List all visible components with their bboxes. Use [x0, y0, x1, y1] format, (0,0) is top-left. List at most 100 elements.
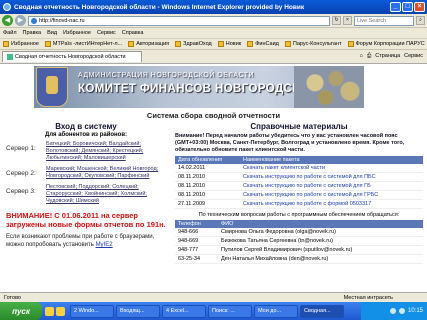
favorite-link[interactable]: Авторизация	[128, 41, 169, 47]
table-row: 948-669 Бизюкова Татьяна Сергеевна (tn@n…	[175, 236, 423, 246]
favorite-link[interactable]: ФинСаид	[247, 41, 279, 47]
table-row: 63-25-34 Ден Наталья Михайловна (den@nov…	[175, 254, 423, 264]
home-icon[interactable]: ⌂	[359, 53, 362, 60]
menu-edit[interactable]: Правка	[23, 30, 42, 36]
myie2-link[interactable]: MyIE2	[96, 242, 113, 248]
server-row: Сервер 2: Маревский; Мошенской; Великий …	[6, 166, 166, 180]
minimize-button[interactable]: _	[390, 2, 401, 12]
quick-launch	[42, 306, 68, 316]
table-row: 948-777 Путилов Сергей Владимирович (spu…	[175, 245, 423, 255]
print-icon[interactable]: ⎙	[367, 53, 371, 60]
page-icon	[347, 41, 354, 47]
title-bar: Сводная отчетность Новгородской области …	[0, 0, 427, 14]
star-icon	[3, 41, 9, 47]
download-link[interactable]: Скачать пакет клиентской части	[239, 164, 423, 173]
status-text: Готово	[4, 294, 21, 301]
table-row: 08.11.2010 Скачать инструкцию по работе …	[175, 172, 423, 182]
favorite-link[interactable]: MTPaïs -лиcтИНтерНет-л...	[44, 41, 122, 47]
favorite-link[interactable]: Форум Корпорации ПАРУС	[347, 41, 425, 47]
system-tray: 10:15	[361, 302, 427, 320]
banner-subtitle: АДМИНИСТРАЦИЯ НОВГОРОДСКОЙ ОБЛАСТИ	[78, 72, 255, 79]
reference-title: Справочные материалы	[250, 122, 348, 131]
menu-view[interactable]: Вид	[47, 30, 57, 36]
favorites-bar: Избранное MTPaïs -лиcтИНтерНет-л... Авто…	[0, 38, 427, 50]
volume-icon[interactable]	[398, 308, 405, 314]
download-link[interactable]: Скачать инструкцию по работе с системой …	[239, 190, 423, 200]
browser-icon[interactable]	[56, 306, 65, 316]
page-icon	[217, 41, 224, 47]
favorite-link[interactable]: ЗдравОход	[175, 41, 212, 47]
table-row: 08.11.2010 Скачать инструкцию по работе …	[175, 190, 423, 200]
login-section: Вход в систему Для абонентов из районов:…	[6, 122, 166, 249]
contacts-table: Телефон ФИО 948-666 Смирнова Ольга Федор…	[175, 220, 423, 264]
menu-favorites[interactable]: Избранное	[63, 30, 91, 36]
folder-icon[interactable]	[45, 306, 54, 316]
favorite-link[interactable]: Новик	[217, 41, 241, 47]
column-header: Наименование пакета	[239, 156, 423, 164]
zone-text: Местная интрасеть	[343, 294, 393, 301]
refresh-icon[interactable]: ↻	[332, 16, 341, 25]
taskbar-button[interactable]: Мои до...	[254, 304, 298, 318]
server-row: Сервер 3: Пестовский; Поддорский; Солецк…	[6, 184, 166, 205]
start-button[interactable]: пуск	[0, 302, 42, 320]
page-icon	[128, 41, 135, 47]
stop-icon[interactable]: ×	[343, 16, 352, 25]
server-label: Сервер 3:	[6, 188, 36, 195]
tools-menu[interactable]: Сервис	[404, 53, 423, 60]
browser-note: Если возникают проблемы при работе с бра…	[6, 234, 155, 248]
status-bar: Готово Местная интрасеть	[0, 292, 427, 302]
menu-tools[interactable]: Сервис	[97, 30, 116, 36]
download-link[interactable]: Скачать инструкцию по работе с системой …	[239, 172, 423, 182]
page-icon	[175, 41, 182, 47]
login-subtitle: Для абонентов из районов:	[44, 132, 128, 138]
server-1-link[interactable]: Батецкий; Боровичский; Валдайский; Волот…	[46, 141, 166, 162]
taskbar-button[interactable]: Поиск: ...	[208, 304, 252, 318]
server-3-link[interactable]: Пестовский; Поддорский; Солецкий; Старор…	[46, 184, 166, 205]
tab-bar: Сводная отчетность Новгородской области …	[0, 50, 427, 64]
table-row: 14.02.2011 Скачать пакет клиентской част…	[175, 164, 423, 173]
clock: 10:15	[407, 308, 423, 314]
forward-icon[interactable]: ▶	[15, 15, 26, 26]
menu-file[interactable]: Файл	[3, 30, 17, 36]
search-icon[interactable]: ⌕	[416, 16, 425, 25]
back-icon[interactable]: ◀	[2, 15, 13, 26]
server-2-link[interactable]: Маревский; Мошенской; Великий Новгород; …	[46, 166, 166, 180]
window-title: Сводная отчетность Новгородской области …	[14, 3, 305, 11]
menu-help[interactable]: Справка	[122, 30, 144, 36]
download-link[interactable]: Скачать инструкцию по работе с системой …	[239, 181, 423, 191]
page-icon	[247, 41, 254, 47]
table-row: 08.11.2010 Скачать инструкцию по работе …	[175, 181, 423, 191]
page-title: Система сбора сводной отчетности	[146, 111, 281, 120]
favorite-link[interactable]: Парус-Консультант	[284, 41, 342, 47]
server-row: Сервер 1: Батецкий; Боровичский; Валдайс…	[6, 141, 166, 162]
taskbar-button[interactable]: 4 Excel...	[162, 304, 206, 318]
favorites-button[interactable]: Избранное	[3, 41, 39, 47]
download-link[interactable]: Скачать инструкцию по работе с формой 05…	[239, 199, 423, 209]
reference-section: Справочные материалы Внимание! Перед нач…	[175, 122, 423, 264]
column-header: Дата обновления	[175, 156, 240, 164]
coat-of-arms-icon	[36, 67, 68, 107]
server-label: Сервер 2:	[6, 170, 36, 177]
url-input[interactable]: http://finovd-nac.ru	[28, 15, 330, 26]
ie-icon	[3, 3, 11, 11]
column-header: ФИО	[218, 220, 423, 228]
support-text: По техническим вопросам работы с програм…	[198, 212, 400, 218]
tab-active[interactable]: Сводная отчетность Новгородской области	[2, 51, 142, 62]
taskbar-button[interactable]: Сводная...	[300, 304, 344, 318]
downloads-table: Дата обновления Наименование пакета 14.0…	[175, 156, 423, 209]
server-label: Сервер 1:	[6, 145, 36, 152]
page-menu[interactable]: Страница	[375, 53, 400, 60]
taskbar-button[interactable]: 2 Windo...	[70, 304, 114, 318]
address-bar: ◀ ▶ http://finovd-nac.ru ↻ × Live Search…	[0, 14, 427, 28]
menu-bar: Файл Правка Вид Избранное Сервис Справка	[0, 28, 427, 38]
taskbar-button[interactable]: Входящ...	[116, 304, 160, 318]
table-row: 27.11.2009 Скачать инструкцию по работе …	[175, 199, 423, 209]
column-header: Телефон	[175, 220, 219, 228]
maximize-button[interactable]: □	[402, 2, 413, 12]
page-icon	[44, 41, 51, 47]
search-input[interactable]: Live Search	[354, 15, 414, 26]
network-icon[interactable]	[389, 308, 396, 314]
table-row: 948-666 Смирнова Ольга Федоровна (olga@n…	[175, 228, 423, 237]
taskbar: пуск 2 Windo... Входящ... 4 Excel... Пои…	[0, 302, 427, 320]
close-button[interactable]: ×	[414, 2, 425, 12]
